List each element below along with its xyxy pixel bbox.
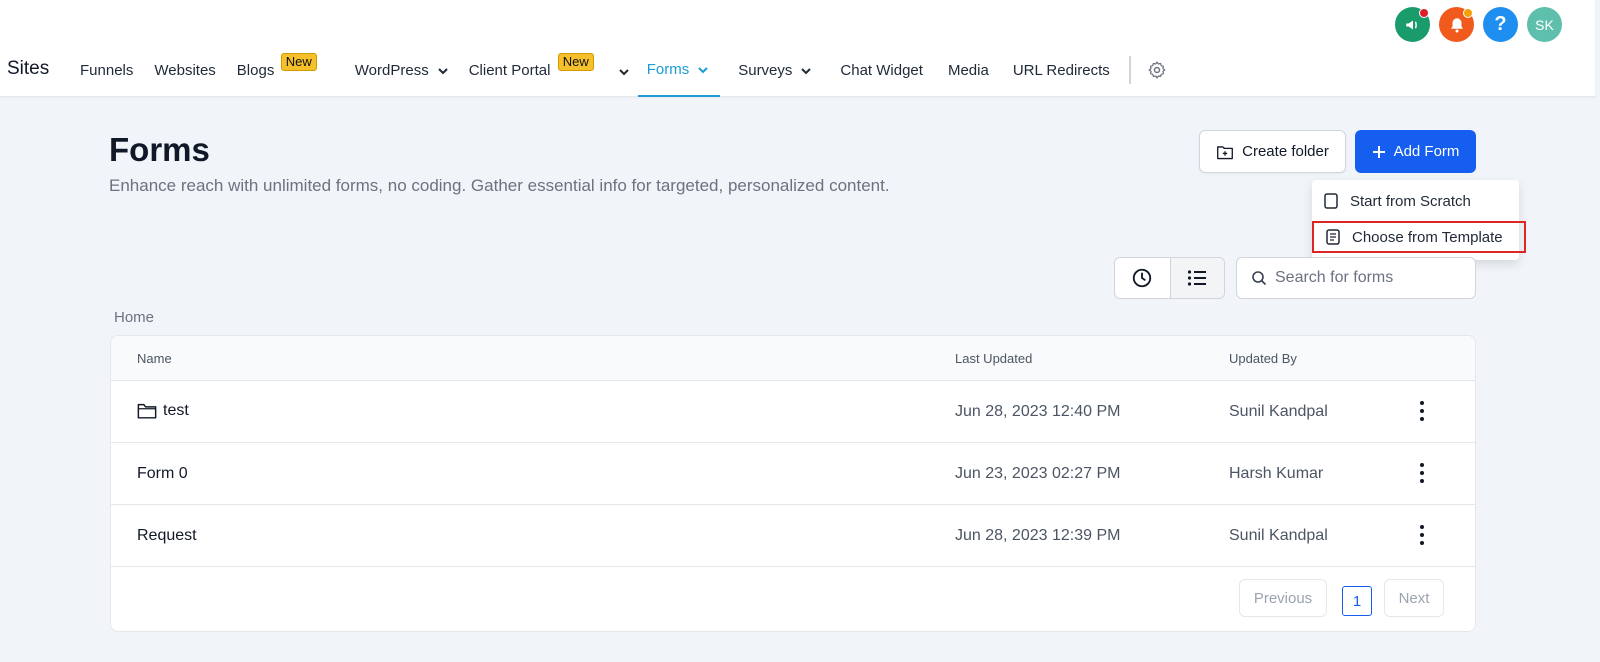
- search-icon: [1252, 271, 1267, 286]
- nav-label: Media: [947, 62, 989, 79]
- notifications-unread-dot: [1463, 8, 1473, 18]
- nav-label: Websites: [154, 62, 216, 79]
- table-row[interactable]: Request Jun 28, 2023 12:39 PM Sunil Kand…: [111, 505, 1475, 567]
- nav-label: Client Portal: [468, 62, 551, 79]
- bell-icon: [1450, 17, 1463, 32]
- forms-table: Name Last Updated Updated By test Jun 28…: [110, 335, 1476, 632]
- blank-page-icon: [1324, 193, 1338, 209]
- announcement-button[interactable]: [1395, 7, 1430, 42]
- updated-by-cell: Sunil Kandpal: [1229, 403, 1328, 420]
- nav-divider: [1129, 56, 1131, 84]
- main-nav: Funnels Websites Blogs New WordPress Cli…: [80, 53, 1110, 97]
- list-view-button[interactable]: [1169, 258, 1224, 298]
- name-cell: Form 0: [137, 465, 188, 483]
- nav-item-url-redirects[interactable]: URL Redirects: [1013, 55, 1110, 97]
- template-document-icon: [1326, 229, 1340, 245]
- last-updated-cell: Jun 23, 2023 02:27 PM: [955, 465, 1121, 482]
- start-from-scratch-option[interactable]: Start from Scratch: [1312, 185, 1519, 217]
- last-updated-cell: Jun 28, 2023 12:39 PM: [955, 527, 1121, 544]
- add-form-button[interactable]: Add Form: [1355, 130, 1476, 173]
- nav-label: URL Redirects: [1012, 62, 1110, 79]
- nav-item-surveys[interactable]: Surveys: [738, 55, 814, 97]
- last-updated-cell: Jun 28, 2023 12:40 PM: [955, 403, 1121, 420]
- nav-label: Blogs: [236, 62, 275, 79]
- updated-by-cell: Sunil Kandpal: [1229, 527, 1328, 544]
- chevron-down-icon: [438, 68, 448, 75]
- name-cell: test: [137, 402, 189, 420]
- table-row[interactable]: test Jun 28, 2023 12:40 PM Sunil Kandpal: [111, 381, 1475, 443]
- page-number-button[interactable]: 1: [1342, 586, 1372, 616]
- announcement-unread-dot: [1419, 8, 1429, 18]
- folder-icon: [137, 403, 157, 419]
- folder-plus-icon: [1217, 145, 1234, 159]
- choose-from-template-option[interactable]: Choose from Template: [1312, 221, 1526, 253]
- nav-item-forms[interactable]: Forms: [637, 55, 721, 97]
- kebab-menu-icon[interactable]: [1416, 399, 1428, 423]
- nav-label: Surveys: [738, 62, 793, 79]
- column-header-updated-by[interactable]: Updated By: [1229, 351, 1297, 366]
- chevron-down-icon[interactable]: [616, 64, 632, 80]
- option-label: Start from Scratch: [1350, 192, 1471, 210]
- column-header-last-updated[interactable]: Last Updated: [955, 351, 1032, 366]
- column-header-name[interactable]: Name: [137, 351, 172, 366]
- table-header: Name Last Updated Updated By: [111, 336, 1475, 381]
- recent-view-button[interactable]: [1115, 258, 1170, 298]
- clock-icon: [1133, 268, 1152, 288]
- nav-item-client-portal[interactable]: Client Portal New: [468, 53, 629, 97]
- kebab-menu-icon[interactable]: [1416, 461, 1428, 485]
- nav-item-websites[interactable]: Websites: [154, 55, 215, 97]
- avatar[interactable]: SK: [1527, 7, 1562, 42]
- avatar-initials: SK: [1535, 16, 1554, 33]
- option-label: Choose from Template: [1352, 228, 1503, 246]
- top-navigation-bar: ? SK Sites Funnels Websites Blogs New Wo…: [0, 0, 1595, 97]
- notifications-button[interactable]: [1439, 7, 1474, 42]
- search-input[interactable]: [1275, 269, 1465, 287]
- nav-label: WordPress: [354, 62, 429, 79]
- nav-label: Forms: [646, 61, 690, 78]
- kebab-menu-icon[interactable]: [1416, 523, 1428, 547]
- help-icon: ?: [1494, 13, 1507, 35]
- view-toggle: [1114, 257, 1225, 299]
- row-name[interactable]: test: [163, 402, 189, 420]
- chevron-down-icon: [801, 68, 812, 75]
- nav-item-funnels[interactable]: Funnels: [80, 55, 133, 97]
- chevron-down-icon: [698, 67, 708, 74]
- nav-item-media[interactable]: Media: [948, 55, 989, 97]
- create-folder-button[interactable]: Create folder: [1199, 130, 1346, 173]
- updated-by-cell: Harsh Kumar: [1229, 465, 1324, 482]
- previous-page-button[interactable]: Previous: [1239, 579, 1327, 617]
- new-badge: New: [557, 53, 594, 71]
- nav-item-wordpress[interactable]: WordPress: [355, 55, 451, 97]
- list-view-icon: [1188, 270, 1207, 286]
- page-description: Enhance reach with unlimited forms, no c…: [109, 176, 890, 195]
- new-badge: New: [280, 53, 317, 71]
- add-form-dropdown: Start from Scratch Choose from Template: [1312, 180, 1526, 260]
- page-title: Forms: [109, 131, 210, 168]
- site-title: Sites: [7, 58, 50, 79]
- gear-icon[interactable]: [1147, 60, 1167, 80]
- create-folder-label: Create folder: [1242, 143, 1329, 160]
- table-row[interactable]: Form 0 Jun 23, 2023 02:27 PM Harsh Kumar: [111, 443, 1475, 505]
- name-cell: Request: [137, 527, 197, 545]
- plus-icon: [1372, 145, 1385, 158]
- nav-item-blogs[interactable]: Blogs New: [236, 53, 318, 97]
- next-page-button[interactable]: Next: [1384, 579, 1444, 617]
- row-name[interactable]: Form 0: [137, 465, 188, 483]
- search-box: [1236, 257, 1476, 299]
- header-actions: ? SK: [1395, 7, 1562, 42]
- megaphone-icon: [1405, 20, 1417, 29]
- nav-label: Funnels: [80, 62, 134, 79]
- row-name[interactable]: Request: [137, 527, 197, 545]
- nav-label: Chat Widget: [840, 62, 923, 79]
- breadcrumb[interactable]: Home: [114, 309, 154, 326]
- nav-item-chat-widget[interactable]: Chat Widget: [840, 55, 923, 97]
- add-form-label: Add Form: [1393, 143, 1460, 160]
- help-button[interactable]: ?: [1483, 7, 1518, 42]
